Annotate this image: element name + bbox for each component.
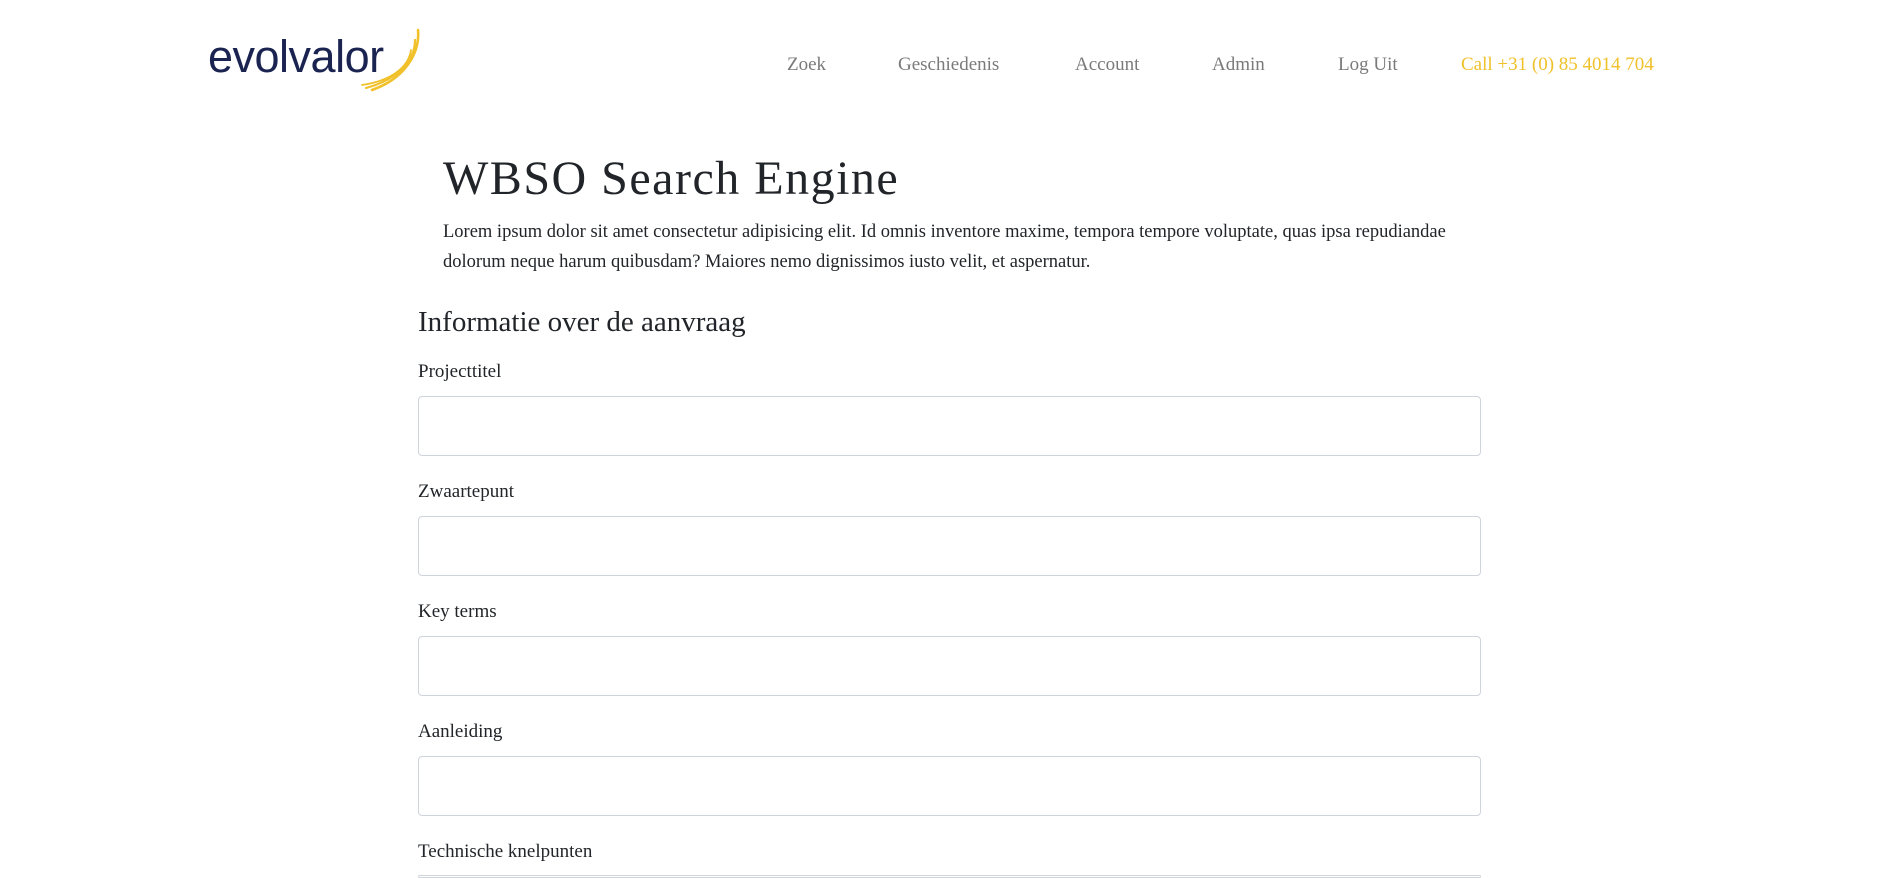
- aanleiding-input[interactable]: [418, 756, 1481, 816]
- projecttitel-input[interactable]: [418, 396, 1481, 456]
- zwaartepunt-label: Zwaartepunt: [418, 481, 515, 502]
- nav-item-zoek[interactable]: Zoek: [787, 52, 826, 78]
- projecttitel-label: Projecttitel: [418, 361, 502, 382]
- nav-item-log-uit[interactable]: Log Uit: [1338, 52, 1398, 78]
- zwaartepunt-input[interactable]: [418, 516, 1481, 576]
- nav-item-geschiedenis[interactable]: Geschiedenis: [898, 52, 999, 78]
- site-header: evolvalor Zoek Geschiedenis Account Admi…: [0, 0, 1900, 130]
- aanleiding-label: Aanleiding: [418, 721, 503, 742]
- nav-item-admin[interactable]: Admin: [1212, 52, 1265, 78]
- intro-text: Lorem ipsum dolor sit amet consectetur a…: [443, 222, 1446, 272]
- main-nav: Zoek Geschiedenis Account Admin Log Uit …: [0, 52, 1900, 82]
- key-terms-label: Key terms: [418, 601, 497, 622]
- technische-knelpunten-label: Technische knelpunten: [418, 841, 593, 862]
- call-phone-link[interactable]: Call +31 (0) 85 4014 704: [1461, 52, 1654, 78]
- key-terms-input[interactable]: [418, 636, 1481, 696]
- page-title: WBSO Search Engine: [443, 152, 900, 205]
- nav-item-account[interactable]: Account: [1075, 52, 1139, 78]
- section-title: Informatie over de aanvraag: [418, 306, 746, 338]
